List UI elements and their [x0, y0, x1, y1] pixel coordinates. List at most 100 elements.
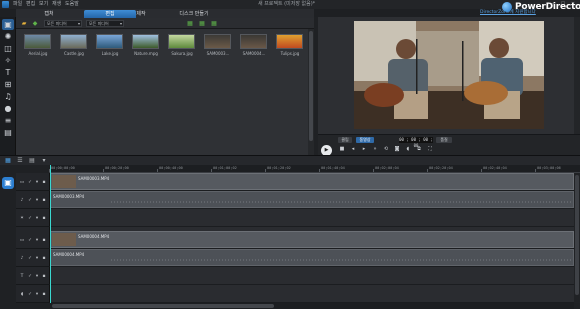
import-folder-icon[interactable]: ▰ [20, 20, 28, 27]
lock-icon[interactable]: ▪ [41, 198, 47, 203]
lock-icon[interactable]: ▪ [41, 216, 47, 221]
media-item[interactable]: Lake.jpg [96, 34, 124, 56]
snapshot-icon[interactable]: ◙ [393, 145, 401, 153]
track-enable-icon[interactable]: ✓ [27, 274, 33, 279]
fast-forward-icon[interactable]: » [371, 145, 379, 153]
stop-icon[interactable]: ■ [338, 145, 346, 153]
track-options-icon[interactable]: ▾ [34, 256, 40, 261]
track-type-icon[interactable]: ▭ [19, 180, 25, 185]
media-item[interactable]: Nature.mpg [132, 34, 160, 56]
timeline-lane[interactable] [50, 209, 574, 227]
fullscreen-icon[interactable]: ⛶ [426, 145, 434, 153]
volume-icon[interactable]: ◖ [404, 145, 412, 153]
quality-dropdown[interactable]: 품질 [436, 137, 452, 143]
tab-produce[interactable]: 제작 [126, 10, 156, 18]
track-enable-icon[interactable]: ✓ [27, 180, 33, 185]
track-options-icon[interactable]: ▾ [34, 274, 40, 279]
timeline-ruler[interactable]: 00;00;00;00 00;00;20;00 00;00;40;00 00;01;0… [49, 165, 580, 173]
tab-create-disc[interactable]: 디스크 만들기 [166, 10, 222, 18]
track-type-icon[interactable]: ♪ [19, 256, 25, 261]
track-options-icon[interactable]: ▾ [34, 216, 40, 221]
playhead[interactable] [50, 165, 51, 305]
timeline-horizontal-scrollbar[interactable] [50, 303, 574, 309]
library-action-icon[interactable]: ▦ [186, 20, 194, 27]
track-type-icon[interactable]: ▭ [19, 238, 25, 243]
track-type-icon[interactable]: T [19, 274, 25, 279]
timeline-vertical-scrollbar[interactable] [574, 173, 580, 303]
transition-room-icon[interactable]: ⊞ [2, 79, 14, 90]
sort-dropdown[interactable]: 모든 미디어 ▾ [86, 20, 124, 27]
track-header[interactable]: ▭ ✓ ▾ ▪ [16, 173, 50, 191]
voiceover-room-icon[interactable]: ● [2, 103, 14, 114]
timeline-lane[interactable] [50, 285, 574, 303]
track-enable-icon[interactable]: ✓ [27, 292, 33, 297]
subtitle-room-icon[interactable]: ▤ [2, 127, 14, 138]
track-options-icon[interactable]: ▾ [40, 157, 48, 165]
tab-capture[interactable]: 캡처 [30, 10, 68, 18]
media-item[interactable]: Aerial.jpg [24, 34, 52, 56]
media-item[interactable]: Sakura.jpg [168, 34, 196, 56]
timeline-lane[interactable]: SAM00004.MP4 [50, 249, 574, 267]
audio-clip[interactable]: SAM00004.MP4 [50, 249, 574, 266]
track-header[interactable]: T ✓ ▾ ▪ [16, 267, 50, 285]
menu-file[interactable]: 파일 [13, 1, 22, 8]
particle-room-icon[interactable]: ✧ [2, 55, 14, 66]
track-enable-icon[interactable]: ✓ [27, 216, 33, 221]
filter-dropdown[interactable]: 모든 미디어 ▾ [44, 20, 82, 27]
track-manager-icon[interactable]: ▤ [28, 157, 36, 165]
audio-mixing-room-icon[interactable]: ♫ [2, 91, 14, 102]
timeline-lane[interactable]: SAM00004.MP4 [50, 231, 574, 249]
menu-help[interactable]: 도움말 [65, 1, 79, 8]
movie-mode-button[interactable]: 동영상 [356, 137, 374, 143]
pip-room-icon[interactable]: ◫ [2, 43, 14, 54]
lock-icon[interactable]: ▪ [41, 292, 47, 297]
undock-icon[interactable]: ⧉ [415, 145, 423, 153]
clip-mode-button[interactable]: 클립 [338, 137, 352, 143]
media-room-icon[interactable]: ▣ [2, 19, 14, 30]
track-options-icon[interactable]: ▾ [34, 198, 40, 203]
track-header[interactable]: ♪ ✓ ▾ ▪ [16, 249, 50, 267]
timeline-lane[interactable]: SAM00003.MP4 [50, 191, 574, 209]
effect-room-icon[interactable]: ✺ [2, 31, 14, 42]
track-enable-icon[interactable]: ✓ [27, 198, 33, 203]
repeat-icon[interactable]: ⟲ [382, 145, 390, 153]
track-type-icon[interactable]: ✶ [19, 216, 25, 221]
track-header[interactable]: ✶ ✓ ▾ ▪ [16, 209, 50, 227]
timeline-view-icon[interactable]: ▦ [4, 157, 12, 165]
menu-play[interactable]: 재생 [52, 1, 61, 8]
track-header[interactable]: ♪ ✓ ▾ ▪ [16, 191, 50, 209]
menu-view[interactable]: 보기 [39, 1, 48, 8]
audio-clip[interactable]: SAM00003.MP4 [50, 191, 574, 208]
library-action-icon[interactable]: ▦ [198, 20, 206, 27]
chapter-room-icon[interactable]: ≡ [2, 115, 14, 126]
media-item[interactable]: Tulips.jpg [276, 34, 304, 56]
lock-icon[interactable]: ▪ [41, 256, 47, 261]
media-item[interactable]: Castle.jpg [60, 34, 88, 56]
media-item[interactable]: SAM0004... [240, 34, 268, 56]
previous-frame-icon[interactable]: ◂ [349, 145, 357, 153]
lock-icon[interactable]: ▪ [41, 274, 47, 279]
track-header[interactable]: ◖ ✓ ▾ ▪ [16, 285, 50, 303]
lock-icon[interactable]: ▪ [41, 180, 47, 185]
plugin-icon[interactable]: ◆ [31, 20, 39, 27]
track-enable-icon[interactable]: ✓ [27, 238, 33, 243]
menu-edit[interactable]: 편집 [26, 1, 35, 8]
title-room-icon[interactable]: T [2, 67, 14, 78]
track-enable-icon[interactable]: ✓ [27, 256, 33, 261]
media-item[interactable]: SAM0003... [204, 34, 232, 56]
track-type-icon[interactable]: ♪ [19, 198, 25, 203]
track-type-icon[interactable]: ◖ [19, 292, 25, 297]
track-options-icon[interactable]: ▾ [34, 292, 40, 297]
lock-icon[interactable]: ▪ [41, 238, 47, 243]
next-frame-icon[interactable]: ▸ [360, 145, 368, 153]
track-header[interactable]: ▭ ✓ ▾ ▪ [16, 231, 50, 249]
preview-scrollbar[interactable] [574, 17, 580, 134]
timeline-lane[interactable] [50, 267, 574, 285]
library-action-icon[interactable]: ▦ [210, 20, 218, 27]
video-clip[interactable]: SAM00004.MP4 [50, 231, 574, 248]
video-clip[interactable]: SAM00003.MP4 [50, 173, 574, 190]
track-options-icon[interactable]: ▾ [34, 238, 40, 243]
track-options-icon[interactable]: ▾ [34, 180, 40, 185]
storyboard-view-icon[interactable]: ☰ [16, 157, 24, 165]
library-scrollbar[interactable] [308, 29, 314, 155]
